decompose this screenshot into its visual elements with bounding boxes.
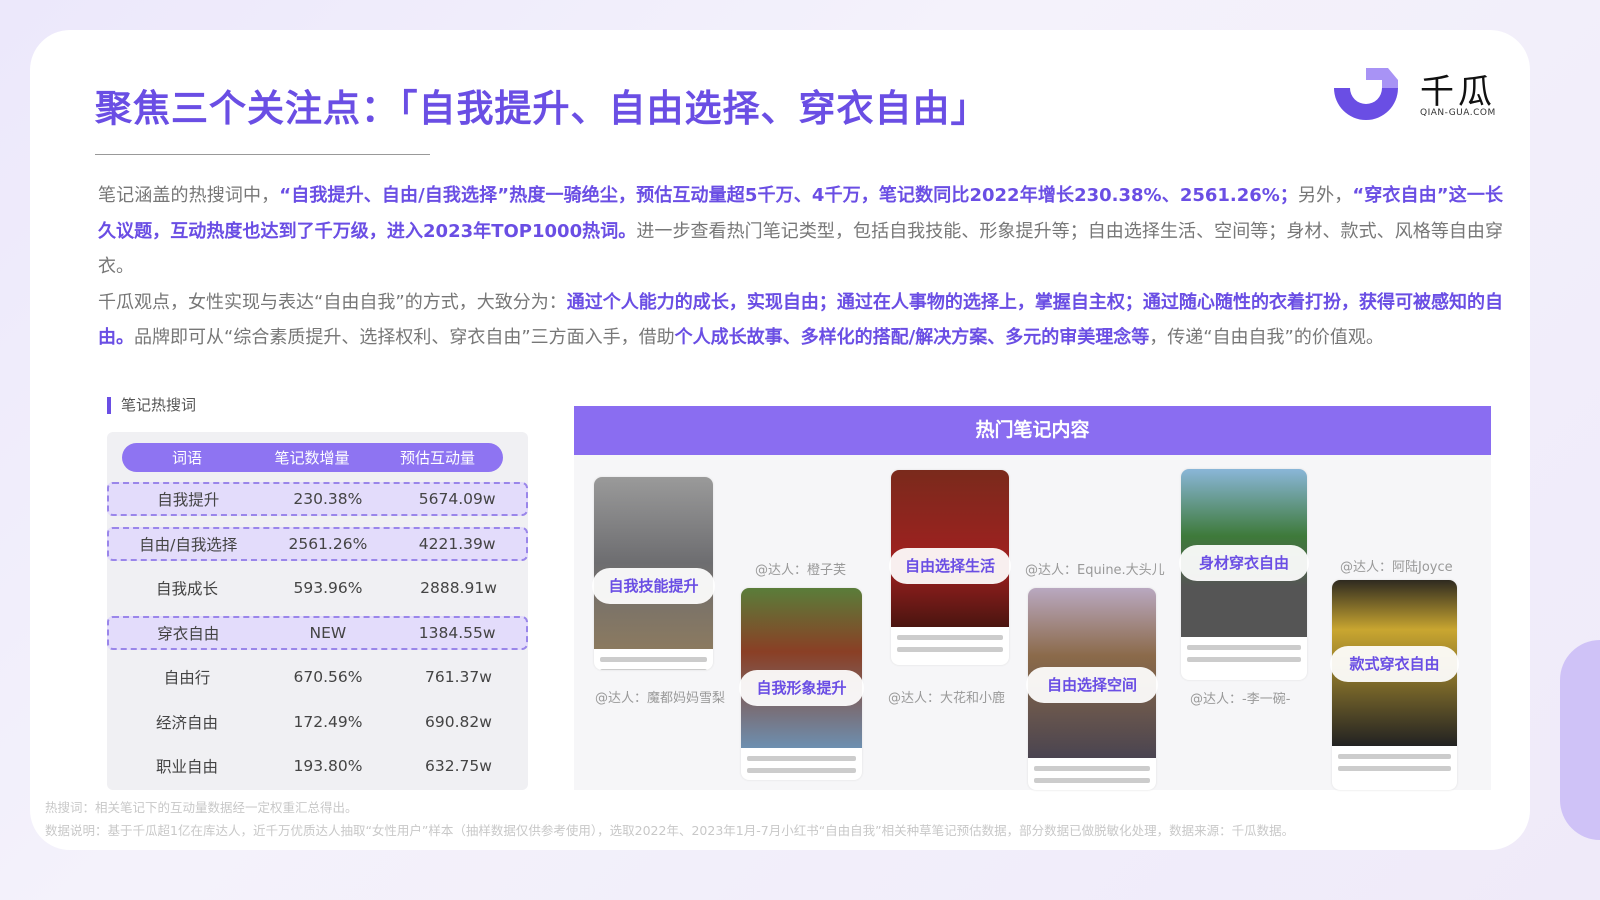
- summary-text: 笔记涵盖的热搜词中，“自我提升、自由/自我选择”热度一骑绝尘，预估互动量超5千万…: [98, 178, 1503, 356]
- cell-interaction: 5674.09w: [388, 490, 526, 508]
- logo-name: 千瓜: [1420, 64, 1496, 113]
- note-category-label: 自由选择空间: [1026, 667, 1158, 703]
- text-segment: “自我提升、自由/自我选择”热度一骑绝尘，预估互动量超5千万、4千万，笔记数同比…: [279, 185, 1298, 206]
- cell-word: 自我提升: [109, 488, 267, 510]
- caption-placeholder: [1338, 766, 1451, 771]
- text-segment: 个人成长故事、多样化的搭配/解决方案、多元的审美理念等: [675, 327, 1150, 348]
- cell-growth: 230.38%: [267, 490, 388, 508]
- caption-placeholder: [1187, 657, 1301, 662]
- header-word: 词语: [122, 447, 252, 468]
- caption-placeholder: [897, 647, 1003, 652]
- cell-interaction: 2888.91w: [389, 579, 528, 597]
- note-author: @达人：阿陆Joyce: [1340, 556, 1453, 575]
- text-segment: 另外，: [1298, 185, 1353, 206]
- note-category-label: 自由选择生活: [889, 548, 1011, 584]
- paragraph-1: 笔记涵盖的热搜词中，“自我提升、自由/自我选择”热度一骑绝尘，预估互动量超5千万…: [98, 178, 1503, 285]
- cell-word: 自由行: [107, 666, 267, 688]
- page-title: 聚焦三个关注点：「自我提升、自由选择、穿衣自由」: [95, 78, 989, 132]
- caption-placeholder: [600, 669, 707, 670]
- note-photo: [594, 477, 713, 649]
- caption-placeholder: [1338, 754, 1451, 759]
- panel-title: 热门笔记内容: [574, 406, 1491, 455]
- table-row: 职业自由193.80%632.75w: [107, 749, 528, 783]
- cell-growth: 593.96%: [267, 579, 389, 597]
- footer-data-source: 数据说明：基于千瓜超1亿在库达人，近千万优质达人抽取“女性用户”样本（抽样数据仅…: [45, 820, 1294, 839]
- cell-growth: 193.80%: [267, 757, 389, 775]
- note-category-label: 款式穿衣自由: [1330, 646, 1459, 682]
- caption-placeholder: [1034, 766, 1150, 771]
- cell-word: 自我成长: [107, 577, 267, 599]
- note-category-label: 自我技能提升: [592, 568, 715, 604]
- decoration: [1560, 640, 1600, 840]
- cell-interaction: 632.75w: [389, 757, 528, 775]
- cell-word: 职业自由: [107, 755, 267, 777]
- cell-growth: 172.49%: [267, 713, 389, 731]
- cell-word: 自由/自我选择: [109, 533, 267, 555]
- header-growth: 笔记数增量: [252, 447, 372, 468]
- table-header: 词语 笔记数增量 预估互动量: [122, 443, 503, 472]
- note-category-label: 自我形象提升: [739, 670, 864, 706]
- table-row: 自我成长593.96%2888.91w: [107, 571, 528, 605]
- cell-growth: 670.56%: [267, 668, 389, 686]
- cell-interaction: 690.82w: [389, 713, 528, 731]
- cell-word: 穿衣自由: [109, 622, 267, 644]
- header-interaction: 预估互动量: [372, 447, 503, 468]
- note-photo: [741, 588, 862, 748]
- text-segment: 笔记涵盖的热搜词中，: [98, 185, 279, 206]
- caption-placeholder: [747, 756, 856, 761]
- table-row: 自我提升230.38%5674.09w: [107, 482, 528, 516]
- cell-growth: 2561.26%: [267, 535, 388, 553]
- cell-interaction: 761.37w: [389, 668, 528, 686]
- text-segment: 千瓜观点，女性实现与表达“自由自我”的方式，大致分为：: [98, 292, 567, 313]
- note-card[interactable]: [1332, 580, 1457, 790]
- footer-note: 热搜词：相关笔记下的互动量数据经一定权重汇总得出。: [45, 797, 358, 816]
- note-author: @达人：-李一碗-: [1190, 688, 1290, 707]
- note-author: @达人：大花和小鹿: [888, 687, 1005, 706]
- table-row: 自由行670.56%761.37w: [107, 660, 528, 694]
- caption-placeholder: [1187, 645, 1301, 650]
- table-row: 经济自由172.49%690.82w: [107, 705, 528, 739]
- logo-domain: QIAN-GUA.COM: [1420, 108, 1496, 118]
- caption-placeholder: [897, 635, 1003, 640]
- note-author: @达人：魔都妈妈雪梨: [595, 687, 725, 706]
- cell-interaction: 1384.55w: [388, 624, 526, 642]
- note-author: @达人：Equine.大头儿: [1025, 559, 1165, 578]
- note-category-label: 身材穿衣自由: [1179, 545, 1309, 581]
- title-divider: [95, 154, 430, 155]
- cell-growth: NEW: [267, 624, 388, 642]
- cell-word: 经济自由: [107, 711, 267, 733]
- table-section-label: 笔记热搜词: [107, 397, 196, 414]
- table-row: 穿衣自由NEW1384.55w: [107, 616, 528, 650]
- text-segment: ，传递“自由自我”的价值观。: [1149, 327, 1384, 348]
- caption-placeholder: [600, 657, 707, 662]
- caption-placeholder: [1034, 778, 1150, 783]
- caption-placeholder: [747, 768, 856, 773]
- text-segment: 品牌即可从“综合素质提升、选择权利、穿衣自由”三方面入手，借助: [134, 327, 675, 348]
- note-author: @达人：橙子芙: [755, 559, 846, 578]
- cell-interaction: 4221.39w: [388, 535, 526, 553]
- table-row: 自由/自我选择2561.26%4221.39w: [107, 527, 528, 561]
- hot-words-table: 词语 笔记数增量 预估互动量 自我提升230.38%5674.09w 自由/自我选…: [107, 432, 528, 790]
- paragraph-2: 千瓜观点，女性实现与表达“自由自我”的方式，大致分为：通过个人能力的成长，实现自…: [98, 285, 1503, 356]
